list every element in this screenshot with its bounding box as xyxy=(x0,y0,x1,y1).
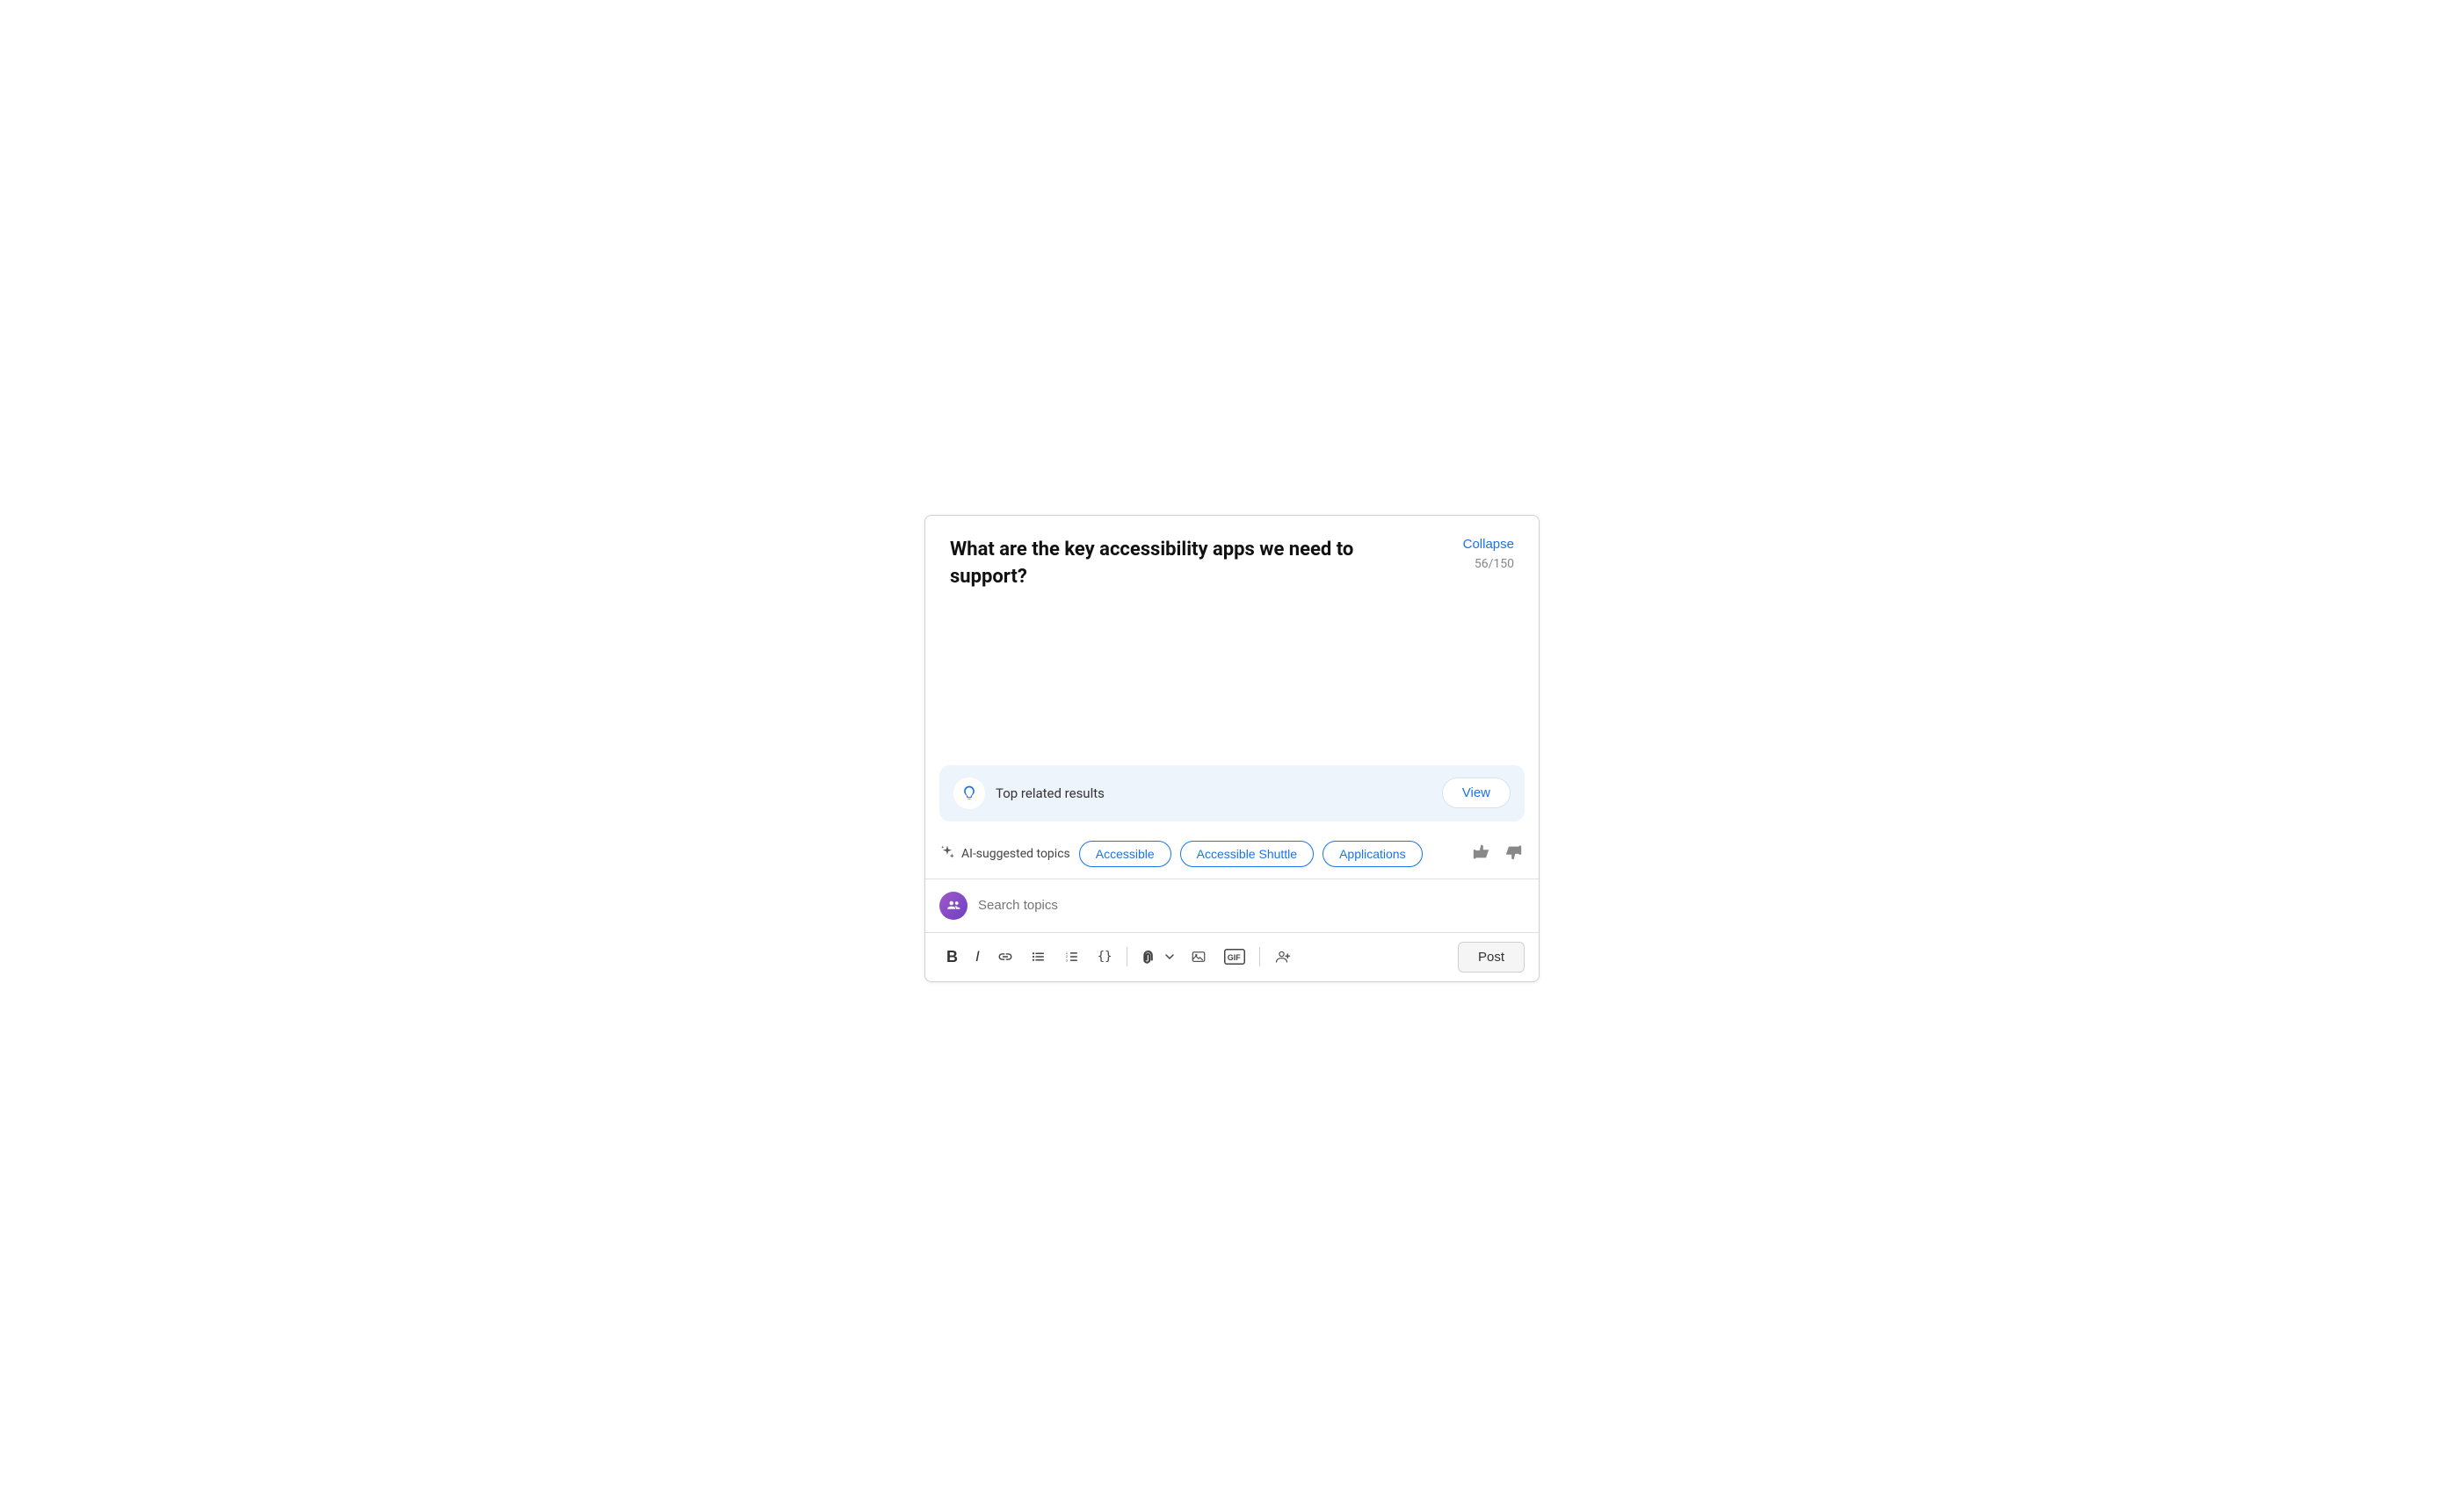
toolbar: B I xyxy=(925,933,1539,981)
image-button[interactable] xyxy=(1184,944,1214,970)
topics-avatar xyxy=(939,892,967,920)
ai-icon-label: AI-suggested topics xyxy=(939,844,1070,864)
sparkle-icon xyxy=(939,844,955,864)
collapse-button[interactable]: Collapse xyxy=(1463,537,1514,552)
numbered-list-button[interactable]: 1 2 3 xyxy=(1057,944,1087,970)
related-results-bar: Top related results View xyxy=(939,765,1525,821)
code-button[interactable]: {} xyxy=(1091,944,1120,969)
editor-body[interactable] xyxy=(925,591,1539,749)
related-results-label: Top related results xyxy=(996,785,1431,801)
chip-applications[interactable]: Applications xyxy=(1323,841,1423,867)
lightbulb-icon xyxy=(953,777,985,809)
char-count: 56/150 xyxy=(1475,557,1514,571)
mention-button[interactable] xyxy=(1267,944,1299,970)
italic-button[interactable]: I xyxy=(968,943,987,971)
attachment-group xyxy=(1134,944,1180,970)
question-title: What are the key accessibility apps we n… xyxy=(950,537,1430,591)
editor-header: What are the key accessibility apps we n… xyxy=(925,516,1539,591)
svg-text:3: 3 xyxy=(1066,959,1068,963)
editor-container: What are the key accessibility apps we n… xyxy=(924,515,1540,982)
header-right: Collapse 56/150 xyxy=(1463,537,1514,571)
ai-topics-row: AI-suggested topics Accessible Accessibl… xyxy=(925,830,1539,879)
svg-text:GIF: GIF xyxy=(1227,953,1241,962)
link-button[interactable] xyxy=(990,944,1020,970)
ai-topics-label: AI-suggested topics xyxy=(961,847,1070,861)
attach-chevron-button[interactable] xyxy=(1159,946,1180,967)
feedback-icons xyxy=(1470,841,1525,868)
bullet-list-button[interactable] xyxy=(1024,944,1054,970)
thumbs-up-button[interactable] xyxy=(1470,841,1493,868)
post-button[interactable]: Post xyxy=(1458,942,1525,973)
attach-button[interactable] xyxy=(1134,944,1161,970)
gif-button[interactable]: GIF xyxy=(1217,944,1252,970)
chip-accessible-shuttle[interactable]: Accessible Shuttle xyxy=(1180,841,1314,867)
thumbs-down-button[interactable] xyxy=(1502,841,1525,868)
bold-button[interactable]: B xyxy=(939,943,965,972)
chip-accessible[interactable]: Accessible xyxy=(1079,841,1171,867)
search-topics-row xyxy=(925,879,1539,932)
view-button[interactable]: View xyxy=(1442,777,1511,808)
toolbar-separator-2 xyxy=(1259,947,1260,966)
search-topics-input[interactable] xyxy=(978,898,1525,913)
